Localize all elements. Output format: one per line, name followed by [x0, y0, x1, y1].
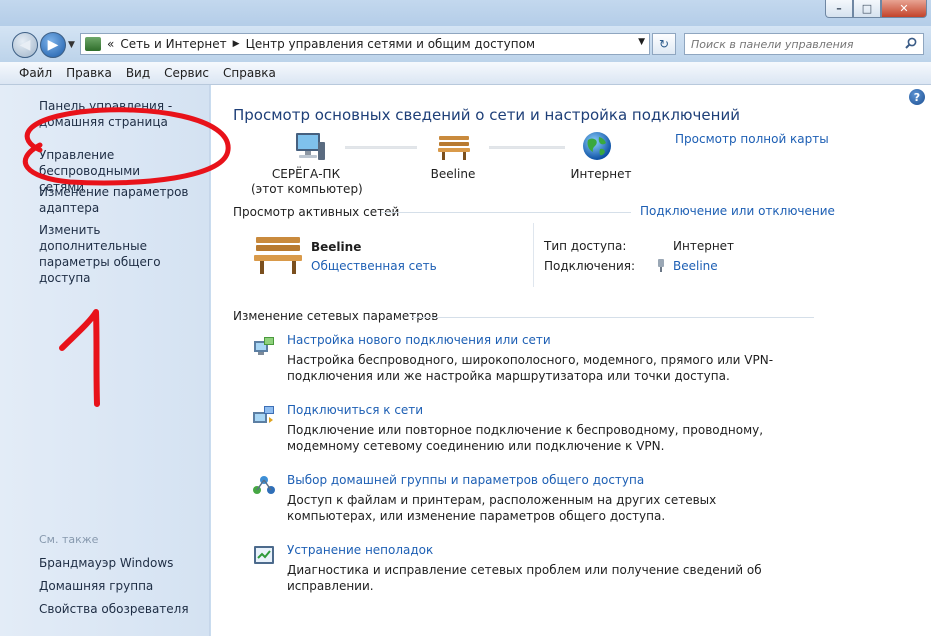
left-task-pane: Панель управления - домашняя страница Уп…	[0, 85, 210, 636]
connect-to-network-link[interactable]: Подключиться к сети	[287, 403, 423, 417]
window-controls: – □ ✕	[825, 0, 927, 18]
map-network-label[interactable]: Beeline	[411, 167, 495, 182]
menu-bar: Файл Правка Вид Сервис Справка	[0, 62, 931, 85]
section-divider	[381, 212, 631, 213]
search-input[interactable]	[691, 37, 901, 51]
minimize-button[interactable]: –	[825, 0, 853, 18]
close-icon: ✕	[899, 2, 909, 15]
active-networks-heading: Просмотр активных сетей	[233, 205, 400, 219]
menu-edit[interactable]: Правка	[59, 66, 119, 80]
menu-tools[interactable]: Сервис	[157, 66, 216, 80]
section-divider	[411, 317, 814, 318]
bench-icon	[438, 136, 470, 160]
map-computer-label[interactable]: СЕРЁГА-ПК (этот компьютер)	[251, 167, 363, 197]
back-arrow-icon: ◀	[19, 37, 31, 53]
computer-icon	[296, 133, 325, 160]
breadcrumb-network-internet[interactable]: Сеть и Интернет	[120, 37, 226, 51]
search-box[interactable]	[684, 33, 924, 55]
menu-help[interactable]: Справка	[216, 66, 283, 80]
breadcrumb-separator-icon[interactable]: ▶	[233, 39, 240, 49]
signal-bars-icon	[658, 259, 664, 272]
setup-connection-desc: Настройка беспроводного, широкополосного…	[287, 353, 774, 383]
troubleshoot-desc: Диагностика и исправление сетевых пробле…	[287, 563, 762, 593]
search-icon[interactable]	[905, 37, 917, 49]
access-type-value: Интернет	[673, 239, 735, 253]
sidebar-link-homegroup[interactable]: Домашняя группа	[39, 578, 209, 594]
control-panel-network-icon	[85, 37, 101, 51]
breadcrumb-overflow[interactable]: «	[107, 37, 114, 51]
menu-file[interactable]: Файл	[12, 66, 59, 80]
maximize-button[interactable]: □	[853, 0, 881, 18]
map-internet-label[interactable]: Интернет	[561, 167, 641, 182]
computer-name: СЕРЁГА-ПК	[271, 167, 341, 181]
troubleshoot-link[interactable]: Устранение неполадок	[287, 543, 433, 557]
public-network-bench-icon	[254, 237, 302, 274]
map-link-line	[489, 146, 565, 149]
vertical-divider	[533, 223, 534, 287]
title-bar: – □ ✕	[0, 0, 931, 26]
maximize-icon: □	[861, 2, 873, 15]
view-full-map-link[interactable]: Просмотр полной карты	[675, 132, 829, 146]
sidebar-link-adapter-settings[interactable]: Изменение параметров адаптера	[39, 184, 209, 216]
forward-button[interactable]: ▶	[40, 32, 66, 58]
main-content: ? Просмотр основных сведений о сети и на…	[211, 85, 931, 636]
help-icon[interactable]: ?	[909, 89, 925, 105]
globe-icon	[583, 132, 611, 160]
menu-view[interactable]: Вид	[119, 66, 157, 80]
page-title: Просмотр основных сведений о сети и наст…	[233, 106, 740, 124]
homegroup-icon	[253, 476, 275, 494]
connections-label: Подключения:	[544, 259, 636, 273]
network-location-link[interactable]: Общественная сеть	[311, 259, 437, 273]
refresh-button[interactable]: ↻	[652, 33, 676, 55]
minimize-icon: –	[836, 2, 842, 15]
see-also-heading: См. также	[39, 533, 99, 546]
setup-connection-link[interactable]: Настройка нового подключения или сети	[287, 333, 551, 347]
refresh-icon: ↻	[658, 37, 670, 51]
computer-sub: (этот компьютер)	[251, 182, 363, 196]
address-bar[interactable]: « Сеть и Интернет ▶ Центр управления сет…	[80, 33, 650, 55]
access-type-label: Тип доступа:	[544, 239, 627, 253]
active-network-name: Beeline	[311, 240, 362, 254]
map-link-line	[345, 146, 417, 149]
new-connection-icon	[254, 337, 274, 355]
homegroup-sharing-desc: Доступ к файлам и принтерам, расположенн…	[287, 493, 717, 523]
homegroup-sharing-link[interactable]: Выбор домашней группы и параметров общег…	[287, 473, 644, 487]
back-button[interactable]: ◀	[12, 32, 38, 58]
close-button[interactable]: ✕	[881, 0, 927, 18]
address-dropdown-icon[interactable]: ▼	[638, 37, 645, 47]
breadcrumb-network-center[interactable]: Центр управления сетями и общим доступом	[246, 37, 535, 51]
connect-disconnect-link[interactable]: Подключение или отключение	[640, 204, 835, 218]
change-settings-heading: Изменение сетевых параметров	[233, 309, 439, 323]
sidebar-link-control-panel-home[interactable]: Панель управления - домашняя страница	[39, 98, 209, 130]
recent-pages-dropdown-icon[interactable]: ▼	[68, 40, 75, 50]
connection-beeline-link[interactable]: Beeline	[673, 259, 718, 273]
connect-network-icon	[253, 406, 274, 423]
troubleshoot-icon	[254, 546, 274, 564]
connect-to-network-desc: Подключение или повторное подключение к …	[287, 423, 764, 453]
forward-arrow-icon: ▶	[47, 37, 59, 53]
sidebar-link-advanced-sharing[interactable]: Изменить дополнительные параметры общего…	[39, 222, 209, 286]
sidebar-link-internet-options[interactable]: Свойства обозревателя	[39, 601, 209, 617]
sidebar-link-firewall[interactable]: Брандмауэр Windows	[39, 555, 209, 571]
